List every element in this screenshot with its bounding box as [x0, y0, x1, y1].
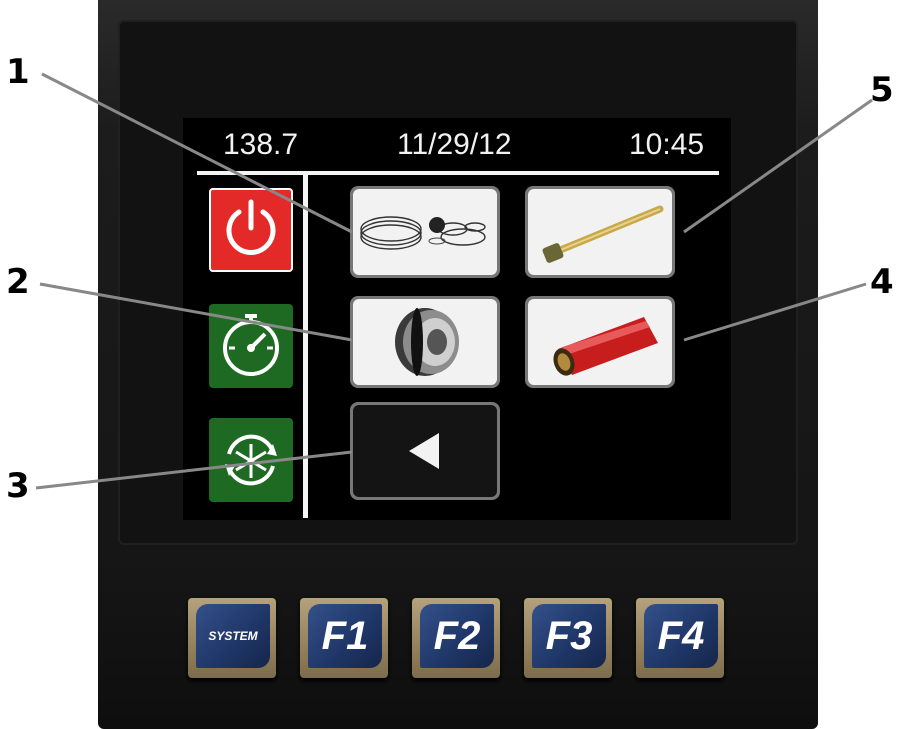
snowflake-cycle-icon	[225, 434, 277, 486]
display-screen: 138.7 11/29/12 10:45	[183, 118, 731, 520]
reading-value: 138.7	[223, 128, 299, 161]
power-button[interactable]	[209, 188, 293, 272]
callout-4: 4	[870, 262, 894, 302]
power-icon	[226, 199, 276, 255]
gauge-icon	[223, 314, 279, 376]
status-header: 138.7 11/29/12 10:45	[183, 124, 731, 164]
f3-key-label: F3	[532, 604, 606, 668]
rod-icon	[542, 205, 664, 263]
defrost-button[interactable]	[209, 418, 293, 502]
callout-2: 2	[6, 262, 30, 302]
f2-key[interactable]: F2	[412, 598, 500, 678]
tube-tile[interactable]	[525, 296, 675, 388]
f4-key[interactable]: F4	[636, 598, 724, 678]
seal-rings-icon	[360, 216, 486, 250]
function-keys: SYSTEM F1 F2 F3 F4	[186, 598, 726, 678]
f3-key[interactable]: F3	[524, 598, 612, 678]
seals-tile[interactable]	[350, 186, 500, 278]
f4-key-label: F4	[644, 604, 718, 668]
back-arrow-icon	[409, 433, 439, 469]
time-display: 10:45	[629, 128, 705, 161]
tube-icon	[553, 317, 658, 376]
piston-tile[interactable]	[350, 296, 500, 388]
system-key[interactable]: SYSTEM	[188, 598, 276, 678]
gauge-button[interactable]	[209, 304, 293, 388]
callout-5: 5	[870, 70, 894, 110]
system-key-label: SYSTEM	[196, 604, 270, 668]
date-display: 11/29/12	[397, 128, 512, 161]
sidebar-divider	[303, 173, 308, 518]
header-divider	[197, 171, 719, 175]
callout-1: 1	[6, 52, 30, 92]
f1-key[interactable]: F1	[300, 598, 388, 678]
callout-3: 3	[6, 466, 30, 506]
back-button[interactable]	[350, 402, 500, 500]
f2-key-label: F2	[420, 604, 494, 668]
piston-icon	[395, 308, 459, 376]
rod-tile[interactable]	[525, 186, 675, 278]
f1-key-label: F1	[308, 604, 382, 668]
